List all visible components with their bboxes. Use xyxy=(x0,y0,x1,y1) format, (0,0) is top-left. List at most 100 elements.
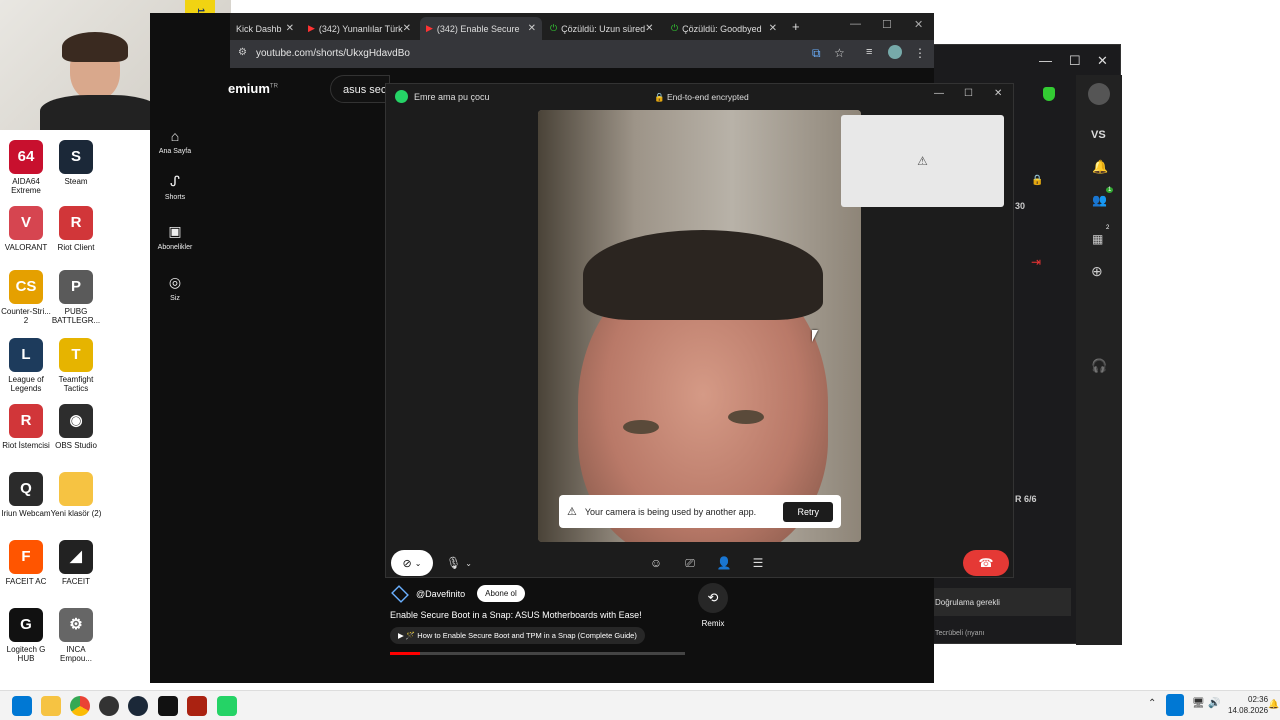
self-view[interactable]: ⚠ xyxy=(841,115,1004,207)
maximize-icon[interactable]: ☐ xyxy=(882,18,892,31)
side-fragment-d: Tecrübeli (nyanı xyxy=(935,630,985,637)
desktop-icon[interactable]: T Teamfight Tactics xyxy=(50,338,102,393)
desktop-icon[interactable]: L League of Legends xyxy=(0,338,52,393)
start-button[interactable] xyxy=(12,696,32,716)
tab-close-icon[interactable]: ✕ xyxy=(403,23,411,34)
minimize-icon[interactable]: — xyxy=(934,88,944,99)
headset-icon[interactable]: 🎧 xyxy=(1091,358,1107,374)
related-video-chip[interactable]: ▶ 🪄 How to Enable Secure Boot and TPM in… xyxy=(390,627,645,644)
faceit-icon[interactable] xyxy=(158,696,178,716)
end-call-button[interactable]: ☎ xyxy=(963,550,1009,576)
youtube-logo[interactable]: emiumTR xyxy=(228,81,278,96)
mic-toggle[interactable]: 🎙 ⌄ xyxy=(441,550,477,576)
nav-label: Abonelikler xyxy=(157,244,193,251)
encryption-text: End-to-end encrypted xyxy=(666,92,749,102)
clock-time[interactable]: 02:36 xyxy=(1248,695,1268,704)
nav-label: Siz xyxy=(170,295,180,302)
camera-toggle[interactable]: ⊘ ⌄ xyxy=(391,550,433,576)
tab-close-icon[interactable]: ✕ xyxy=(769,23,777,34)
nav-shorts[interactable]: ᔑ Shorts xyxy=(150,173,200,201)
close-icon[interactable]: ✕ xyxy=(914,18,923,31)
file-explorer-icon[interactable] xyxy=(41,696,61,716)
remix-button[interactable]: ⟲ Remix xyxy=(696,583,730,631)
desktop-icon[interactable]: F FACEIT AC xyxy=(0,540,52,586)
menu-icon[interactable]: ⋮ xyxy=(914,46,926,60)
chrome-icon[interactable] xyxy=(70,696,90,716)
more-options-button[interactable]: ☰ xyxy=(748,550,768,576)
desktop-icon[interactable]: R Riot Client xyxy=(50,206,102,252)
side-fragment-a: 30 xyxy=(1015,201,1026,211)
channel-avatar[interactable] xyxy=(391,584,409,603)
desktop-icon[interactable]: Yeni klasör (2) xyxy=(50,472,102,518)
profile-icon[interactable] xyxy=(888,45,902,59)
new-tab-button[interactable]: + xyxy=(792,19,800,34)
desktop-icon[interactable]: CS Counter-Stri... 2 xyxy=(0,270,52,325)
minimize-icon[interactable]: — xyxy=(1039,53,1052,68)
address-bar[interactable]: ⚙ youtube.com/shorts/UkxgHdavdBo ⧉ ☆ ≡ ⋮ xyxy=(230,40,934,68)
bookmark-star-icon[interactable]: ☆ xyxy=(834,46,845,60)
clock-date[interactable]: 14.08.2026 xyxy=(1228,706,1268,715)
tab-2[interactable]: ▶ (342) Enable Secure ✕ xyxy=(420,17,542,40)
close-icon[interactable]: ✕ xyxy=(994,88,1002,99)
tab-close-icon[interactable]: ✕ xyxy=(286,23,294,34)
desktop-icon[interactable]: P PUBG BATTLEGR... xyxy=(50,270,102,325)
obs-icon[interactable] xyxy=(99,696,119,716)
app-icon: Q xyxy=(9,472,43,506)
nav-home[interactable]: ⌂ Ana Sayfa xyxy=(150,128,200,155)
desktop-icon[interactable]: G Logitech G HUB xyxy=(0,608,52,663)
chevron-up-icon[interactable]: ⌃ xyxy=(1148,698,1156,709)
desktop-icon[interactable]: ◉ OBS Studio xyxy=(50,404,102,450)
more-icon: ☰ xyxy=(752,556,764,570)
remix-icon: ⟲ xyxy=(698,583,728,613)
party-icon[interactable]: ▦ xyxy=(1092,232,1103,246)
url-text[interactable]: youtube.com/shorts/UkxgHdavdBo xyxy=(256,48,410,59)
volume-icon[interactable]: 🔊 xyxy=(1208,698,1220,709)
add-participant-button[interactable]: 👤 xyxy=(714,550,734,576)
desktop-icon[interactable]: V VALORANT xyxy=(0,206,52,252)
search-input[interactable]: asus sec xyxy=(330,75,390,103)
tab-close-icon[interactable]: ✕ xyxy=(528,23,536,34)
steam-icon[interactable] xyxy=(128,696,148,716)
maximize-icon[interactable]: ☐ xyxy=(964,88,973,99)
media-icon[interactable]: ≡ xyxy=(866,46,872,58)
site-info-icon[interactable]: ⚙ xyxy=(238,47,247,58)
notification-icon[interactable]: 🔔 xyxy=(1268,699,1279,710)
network-icon[interactable]: 🖥 xyxy=(1192,698,1205,709)
retry-button[interactable]: Retry xyxy=(783,501,833,522)
maximize-icon[interactable]: ☐ xyxy=(1069,53,1081,69)
vs-label[interactable]: VS xyxy=(1091,129,1106,141)
nav-you[interactable]: ◎ Siz xyxy=(150,274,200,302)
whatsapp-taskbar-icon[interactable] xyxy=(217,696,237,716)
verify-item[interactable]: Doğrulama gerekli xyxy=(931,588,1071,616)
desktop-icon[interactable]: R Riot İstemcisi xyxy=(0,404,52,450)
anticheat-icon[interactable] xyxy=(187,696,207,716)
desktop-icon[interactable]: ◢ FACEIT xyxy=(50,540,102,586)
subscribe-button[interactable]: Abone ol xyxy=(477,585,525,602)
power-icon: ⏻ xyxy=(671,23,679,33)
bell-icon[interactable]: 🔔 xyxy=(1092,159,1108,175)
desktop-icon[interactable]: Q Iriun Webcam xyxy=(0,472,52,518)
desktop-icon[interactable]: 64 AIDA64 Extreme xyxy=(0,140,52,195)
tab-1[interactable]: ▶ (342) Yunanlılar Türk ✕ xyxy=(302,17,412,40)
desktop-icon-label: Steam xyxy=(64,177,88,186)
friends-icon[interactable]: 👥 xyxy=(1092,193,1107,207)
tab-0[interactable]: Kick Dashb ✕ xyxy=(230,17,300,40)
logout-icon[interactable]: ⇥ xyxy=(1031,255,1041,269)
emoji-button[interactable]: ☺ xyxy=(646,550,666,576)
install-icon[interactable]: ⧉ xyxy=(812,46,821,61)
mic-tray-icon[interactable] xyxy=(1166,694,1184,716)
channel-name[interactable]: @Davefinito xyxy=(416,589,465,599)
close-icon[interactable]: ✕ xyxy=(1097,53,1108,69)
desktop-icon[interactable]: ⚙ INCA Empou... xyxy=(50,608,102,663)
avatar[interactable] xyxy=(1088,83,1110,105)
screen-share-button[interactable]: ⎚ xyxy=(680,550,700,576)
minimize-icon[interactable]: — xyxy=(850,18,861,30)
progress-bar[interactable] xyxy=(390,652,685,655)
tab-3[interactable]: ⏻ Çözüldü: Uzun süred ✕ xyxy=(544,17,659,40)
right-eye xyxy=(728,410,764,424)
tab-close-icon[interactable]: ✕ xyxy=(645,23,653,34)
tab-4[interactable]: ⏻ Çözüldü: Goodbyed ✕ xyxy=(665,17,783,40)
add-icon[interactable]: ⊕ xyxy=(1091,263,1103,280)
nav-subscriptions[interactable]: ▣ Abonelikler xyxy=(150,223,200,251)
desktop-icon[interactable]: S Steam xyxy=(50,140,102,186)
